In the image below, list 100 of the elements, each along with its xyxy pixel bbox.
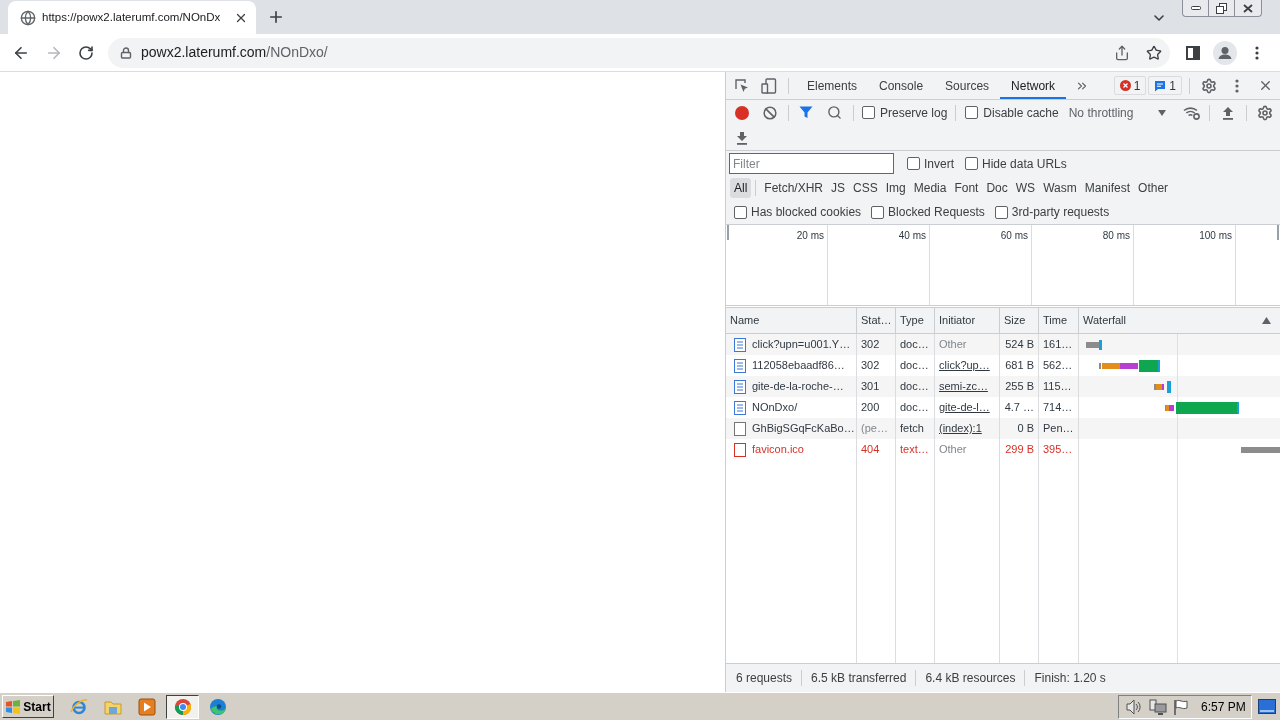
request-name: gite-de-la-roche-…	[752, 379, 844, 395]
resource-type-filter[interactable]: Manifest	[1080, 178, 1135, 198]
resource-type-filter[interactable]: JS	[827, 178, 850, 198]
checkbox-label[interactable]: Has blocked cookies	[751, 203, 862, 221]
play-icon	[138, 697, 156, 716]
column-header[interactable]: Stat…	[861, 312, 892, 329]
speaker-icon[interactable]	[1125, 698, 1143, 715]
close-icon	[1243, 3, 1253, 13]
request-row[interactable]: gite-de-la-roche-… 301 doc… semi-zc… 255 B 115…	[726, 376, 1280, 397]
status-text: Finish: 1.20 s	[1034, 670, 1106, 687]
error-count-badge[interactable]: 1	[1113, 76, 1147, 95]
initiator-link[interactable]: semi-zc…	[939, 378, 988, 395]
resource-type-filter[interactable]: Media	[909, 178, 951, 198]
filter-input[interactable]: Filter	[729, 153, 894, 174]
start-button[interactable]: Start	[2, 695, 54, 718]
request-row[interactable]: click?upn=u001.Y… 302 doc… Other 524 B 161…	[726, 334, 1280, 355]
column-header[interactable]: Initiator	[939, 312, 976, 329]
checkbox[interactable]	[965, 106, 979, 119]
time-tick-label: 40 ms	[898, 230, 926, 242]
download-segment	[1167, 380, 1171, 393]
status-code: 302	[861, 337, 880, 353]
time-tick-label: 80 ms	[1102, 230, 1130, 242]
column-header[interactable]: Time	[1043, 312, 1068, 329]
checkbox[interactable]	[965, 157, 978, 170]
column-header[interactable]: Waterfall	[1083, 312, 1126, 329]
resource-type: doc…	[900, 337, 929, 353]
side-panel-icon	[1186, 45, 1200, 60]
devtools-tab[interactable]: Elements	[796, 72, 869, 99]
initiator-text: Other	[939, 337, 967, 353]
request-name: NOnDxo/	[752, 400, 798, 416]
devtools-tab[interactable]: Sources	[934, 72, 1001, 99]
column-header[interactable]: Size	[1004, 312, 1026, 329]
minimize-icon	[1190, 6, 1201, 10]
message-count-badge[interactable]: 1	[1148, 76, 1182, 95]
checkbox-label[interactable]: Disable cache	[983, 103, 1059, 122]
request-row[interactable]: GhBigSGqFcKaBo… (pe… fetch (index):1 0 B Pen…	[726, 418, 1280, 439]
resource-type-filter[interactable]: Wasm	[1039, 178, 1081, 198]
stalled-segment	[1241, 446, 1280, 453]
range-handle[interactable]	[727, 225, 729, 240]
resource-type-filter[interactable]: Font	[950, 178, 983, 198]
caret-down-icon	[1157, 109, 1166, 116]
checkbox-label[interactable]: Invert	[924, 154, 954, 173]
resource-type: doc…	[900, 379, 929, 395]
clock-text[interactable]: 6:57 PM	[1201, 697, 1246, 716]
checkbox[interactable]	[907, 157, 920, 170]
profile-button[interactable]	[1211, 38, 1239, 67]
checkbox[interactable]	[861, 106, 875, 119]
throttling-select[interactable]: No throttling	[1068, 102, 1168, 123]
waiting-segment	[1176, 401, 1237, 414]
resource-type-filter[interactable]: CSS	[849, 178, 882, 198]
checkbox[interactable]	[734, 205, 747, 219]
range-handle[interactable]	[1277, 225, 1279, 240]
avatar-icon	[1213, 40, 1237, 65]
column-header[interactable]: Name	[730, 312, 760, 329]
initiator-link[interactable]: (index):1	[939, 420, 982, 437]
resource-type-filter[interactable]: All	[730, 178, 752, 198]
browser-tab[interactable]: https://powx2.laterumf.com/NOnDx	[8, 1, 256, 34]
size-value: 4.7 …	[1004, 400, 1034, 416]
reload-icon	[78, 44, 94, 61]
resource-type-filter[interactable]: Img	[881, 178, 910, 198]
more-options-icon	[1235, 78, 1239, 93]
resource-type: text…	[900, 442, 929, 458]
taskbar-app-button[interactable]	[166, 694, 199, 719]
sort-ascending-icon	[1262, 317, 1271, 324]
flag-icon[interactable]	[1173, 698, 1189, 715]
time-tick-label: 20 ms	[796, 230, 824, 242]
checkbox-label[interactable]: Hide data URLs	[982, 154, 1067, 173]
resource-type-filter[interactable]: Doc	[982, 178, 1012, 198]
address-bar[interactable]: powx2.laterumf.com/NOnDxo/	[108, 37, 1170, 68]
resource-type-filter[interactable]: WS	[1011, 178, 1040, 198]
time-tick-label: 60 ms	[1000, 230, 1028, 242]
ssl-segment	[1169, 404, 1174, 411]
download-segment	[1099, 339, 1102, 350]
checkbox[interactable]	[871, 205, 885, 219]
restore-icon	[1216, 2, 1227, 14]
initiator-link[interactable]: gite-de-l…	[939, 399, 990, 416]
size-value: 299 B	[1005, 442, 1034, 458]
star-icon	[1146, 44, 1162, 61]
connection-segment	[1166, 404, 1169, 411]
time-value: 562…	[1043, 358, 1073, 374]
ssl-segment	[1120, 362, 1138, 369]
initiator-text: Other	[939, 442, 967, 458]
message-icon	[1154, 79, 1167, 92]
network-icon[interactable]	[1149, 698, 1167, 715]
checkbox-label[interactable]: Preserve log	[879, 103, 948, 122]
connection-segment	[1156, 383, 1162, 390]
resource-type: doc…	[900, 400, 929, 416]
devtools-tab[interactable]: Console	[868, 72, 935, 99]
checkbox[interactable]	[994, 205, 1008, 219]
size-value: 255 B	[1005, 379, 1034, 395]
time-value: 161…	[1043, 337, 1073, 353]
column-header[interactable]: Type	[900, 312, 924, 329]
resource-type-filter[interactable]: Fetch/XHR	[760, 178, 828, 198]
checkbox-label[interactable]: Blocked Requests	[888, 203, 985, 221]
resource-type-filter[interactable]: Other	[1134, 178, 1173, 198]
initiator-link[interactable]: click?up…	[939, 357, 990, 374]
time-tick-label: 100 ms	[1199, 230, 1232, 242]
checkbox-label[interactable]: 3rd-party requests	[1011, 203, 1110, 221]
wifi-settings-icon	[1183, 105, 1201, 120]
folder-icon	[104, 698, 122, 715]
